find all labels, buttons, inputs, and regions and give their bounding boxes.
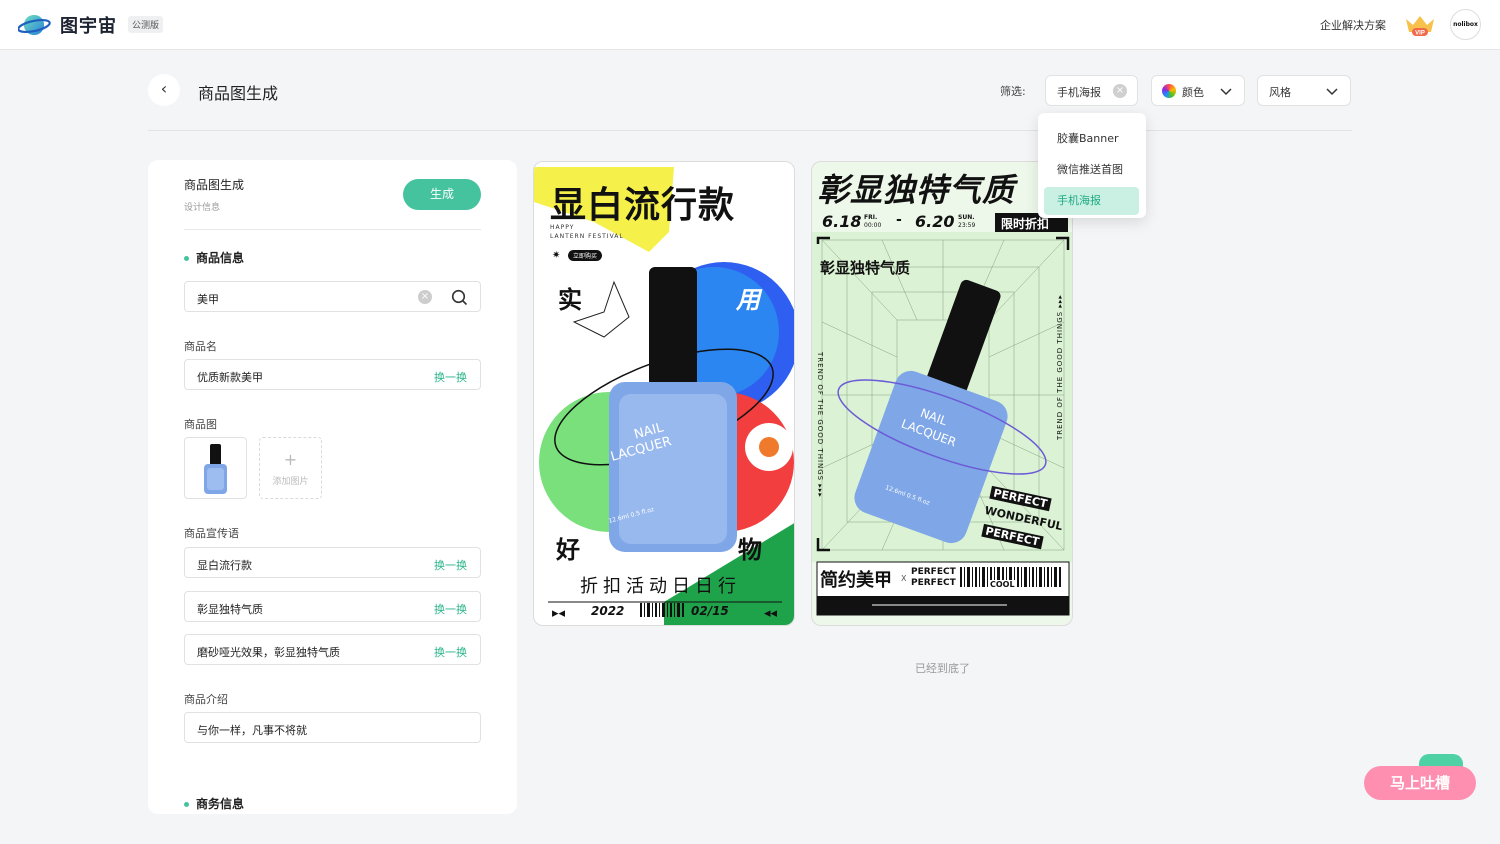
poster-1-tag: 立即购买: [568, 250, 603, 261]
panel-divider: [184, 229, 481, 230]
poster-2-day-start: FRI.: [864, 214, 878, 221]
dropdown-item-mobile-poster[interactable]: 手机海报: [1044, 187, 1139, 215]
product-intro-field[interactable]: 与你一样，凡事不将就: [184, 712, 481, 743]
poster-2-side-left: TREND OF THE GOOD THINGS ▸▸▸: [816, 352, 824, 498]
user-avatar[interactable]: nolibox: [1450, 9, 1481, 40]
slogan-value: 磨砂哑光效果，彰显独特气质: [197, 646, 340, 659]
poster-2-headline: 彰显独特气质: [817, 171, 1016, 209]
poster-2-footer-p2: PERFECT: [911, 578, 956, 588]
style-filter-label: 风格: [1269, 86, 1291, 99]
poster-2-side-right: TREND OF THE GOOD THINGS ▸▸▸: [1056, 294, 1064, 440]
clear-icon[interactable]: ×: [418, 290, 432, 304]
filter-chip-poster[interactable]: 手机海报 ×: [1045, 75, 1138, 106]
poster-1-headline: 显白流行款: [550, 185, 736, 226]
poster-2-date-end: 6.20: [915, 212, 955, 231]
svg-text:◂◂: ◂◂: [764, 606, 778, 621]
filter-chip-label: 手机海报: [1057, 86, 1101, 99]
poster-1-bottom-line: 折扣活动日日行: [580, 576, 741, 597]
clear-filter-icon[interactable]: ×: [1113, 84, 1127, 98]
filter-label: 筛选:: [1000, 85, 1026, 98]
color-filter-label: 颜色: [1182, 86, 1204, 99]
svg-text:▸◂: ▸◂: [552, 606, 566, 621]
product-name-label: 商品名: [184, 340, 217, 353]
vip-label: VIP: [1415, 31, 1425, 37]
color-filter-dropdown[interactable]: 颜色: [1151, 75, 1245, 106]
color-wheel-icon: [1162, 84, 1176, 98]
poster-type-dropdown-menu: 胶囊Banner 微信推送首图 手机海报: [1038, 113, 1146, 218]
search-icon[interactable]: [451, 289, 468, 306]
poster-2-footer-title: 简约美甲: [820, 570, 892, 591]
poster-2-footer-cool: COOL: [988, 580, 1017, 589]
poster-1-corner-br: 物: [738, 536, 762, 564]
generate-button[interactable]: 生成: [403, 179, 481, 210]
nail-polish-thumbnail-icon: [204, 444, 227, 494]
poster-1-sub2: LANTERN FESTIVAL: [550, 233, 624, 240]
add-image-label: 添加图片: [272, 477, 309, 487]
section-business-info: 商务信息: [184, 795, 244, 812]
slogan-value: 彰显独特气质: [197, 603, 263, 616]
poster-result-2[interactable]: 彰显独特气质 6.18 FRI. 00:00 - 6.20 SUN. 23:59…: [811, 161, 1073, 626]
slogan-field-2[interactable]: 彰显独特气质 换一换: [184, 591, 481, 622]
swap-button[interactable]: 换一换: [434, 644, 467, 660]
panel-title: 商品图生成: [184, 178, 245, 192]
poster-1-corner-bl: 好: [556, 536, 580, 564]
poster-1-date: 02/15: [691, 604, 729, 618]
section-dot: [184, 256, 189, 261]
poster-1-sub1: HAPPY: [550, 224, 575, 231]
poster-2-time-start: 00:00: [864, 222, 882, 229]
search-value: 美甲: [197, 293, 219, 306]
top-bar: 图宇宙 公测版 企业解决方案 VIP nolibox: [0, 0, 1500, 50]
panel-subtitle: 设计信息: [184, 203, 221, 213]
add-image-button[interactable]: + 添加图片: [259, 437, 322, 499]
section-product-label: 商品信息: [196, 251, 245, 265]
chevron-left-icon: ‹: [160, 79, 168, 98]
swap-button[interactable]: 换一换: [434, 557, 467, 573]
dropdown-item-capsule-banner[interactable]: 胶囊Banner: [1044, 125, 1139, 153]
product-intro-value: 与你一样，凡事不将就: [197, 724, 307, 737]
chevron-down-icon: [1326, 88, 1338, 96]
page-title: 商品图生成: [198, 84, 279, 103]
product-name-value: 优质新款美甲: [197, 371, 263, 384]
style-filter-dropdown[interactable]: 风格: [1257, 75, 1351, 106]
design-info-panel: 商品图生成 设计信息 生成 商品信息 美甲 × 商品名 优质新款美甲 换一换 商…: [148, 160, 517, 814]
poster-1-corner-tr: 用: [736, 286, 760, 314]
poster-2-time-end: 23:59: [958, 222, 976, 229]
swap-button[interactable]: 换一换: [434, 369, 467, 385]
slogan-label: 商品宣传语: [184, 527, 239, 540]
product-search-input[interactable]: 美甲 ×: [184, 281, 481, 312]
slogan-field-3[interactable]: 磨砂哑光效果，彰显独特气质 换一换: [184, 634, 481, 665]
chevron-down-icon: [1220, 88, 1232, 96]
section-business-label: 商务信息: [196, 797, 245, 811]
back-button[interactable]: ‹: [148, 74, 180, 106]
poster-2-date-start: 6.18: [822, 212, 862, 231]
slogan-value: 显白流行款: [197, 559, 252, 572]
end-of-list-text: 已经到底了: [915, 662, 970, 675]
vip-crown-icon[interactable]: VIP: [1404, 13, 1436, 37]
feedback-button[interactable]: 马上吐槽: [1364, 766, 1476, 800]
poster-2-footer-x: X: [901, 574, 907, 583]
poster-result-1[interactable]: ▸◂ ◂◂ 显白流行款 HAPPY LANTERN FESTIVAL ✷ 立即购…: [533, 161, 795, 626]
enterprise-solutions-link[interactable]: 企业解决方案: [1320, 17, 1386, 33]
beta-badge: 公测版: [128, 16, 164, 33]
poster-2-footer-p1: PERFECT: [911, 567, 956, 577]
dropdown-item-wechat-cover[interactable]: 微信推送首图: [1044, 156, 1139, 184]
section-dot: [184, 802, 189, 807]
poster-2-day-end: SUN.: [958, 214, 975, 221]
sparkle-icon: ✷: [552, 250, 561, 261]
planet-logo-icon[interactable]: [18, 12, 52, 38]
plus-icon: +: [283, 450, 298, 469]
poster-1-corner-tl: 实: [558, 286, 582, 314]
poster-1-year: 2022: [591, 604, 625, 618]
poster-2-subhead: 彰显独特气质: [820, 259, 911, 277]
swap-button[interactable]: 换一换: [434, 601, 467, 617]
product-intro-label: 商品介绍: [184, 693, 228, 706]
product-image-label: 商品图: [184, 418, 217, 431]
dash-separator: -: [896, 212, 902, 228]
product-name-field[interactable]: 优质新款美甲 换一换: [184, 359, 481, 390]
brand-name[interactable]: 图宇宙: [60, 12, 117, 38]
header-divider: [148, 130, 1352, 131]
section-product-info: 商品信息: [184, 249, 244, 266]
slogan-field-1[interactable]: 显白流行款 换一换: [184, 547, 481, 578]
product-image-thumbnail[interactable]: [184, 437, 247, 499]
